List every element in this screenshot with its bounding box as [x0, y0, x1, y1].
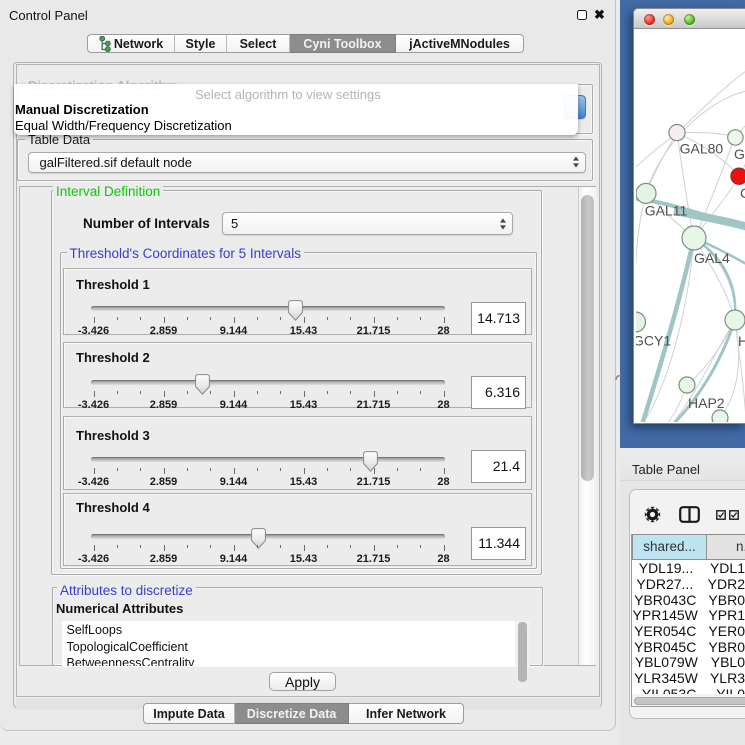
- svg-text:CY: CY: [740, 185, 745, 201]
- svg-text:GAL11: GAL11: [645, 203, 688, 219]
- svg-text:HAP2: HAP2: [688, 395, 725, 411]
- svg-text:GCY1: GCY1: [636, 333, 671, 349]
- svg-text:GAL80: GAL80: [680, 141, 724, 157]
- svg-text:GA: GA: [734, 146, 745, 162]
- svg-text:HA: HA: [738, 333, 745, 349]
- svg-text:GAL4: GAL4: [694, 250, 730, 266]
